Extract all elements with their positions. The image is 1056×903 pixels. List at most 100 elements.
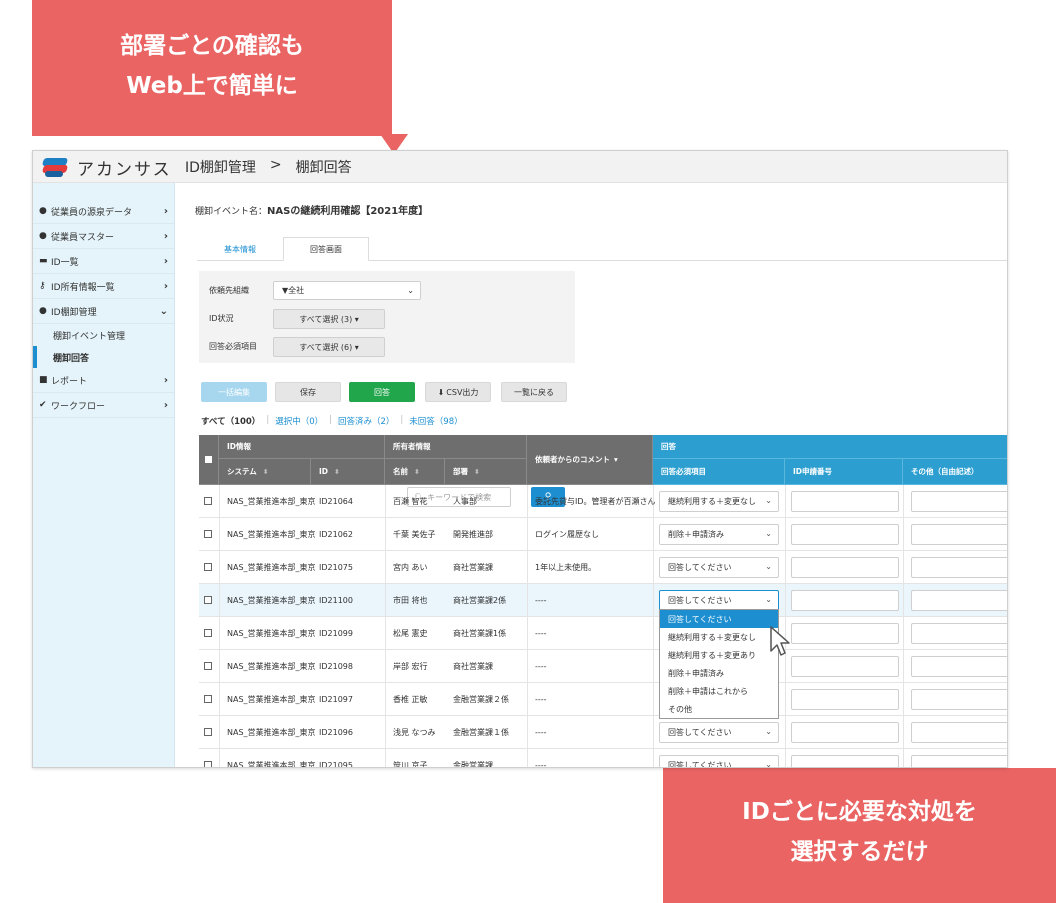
other-comment-input[interactable] xyxy=(911,524,1007,545)
row-checkbox[interactable] xyxy=(204,629,212,637)
answer-select[interactable]: 回答してください ⌄ xyxy=(659,722,779,743)
tab-answer-screen[interactable]: 回答画面 xyxy=(283,237,369,261)
header-comment[interactable]: 依頼者からのコメント ▾ xyxy=(527,435,653,485)
answer-select[interactable]: 削除＋申請済み ⌄ xyxy=(659,524,779,545)
answer-button[interactable]: 回答 xyxy=(349,382,415,402)
select-all-header[interactable] xyxy=(199,435,219,485)
cell-name: 香椎 正敏 xyxy=(393,695,428,704)
answer-select[interactable]: 回答してください ⌄ xyxy=(659,755,779,767)
header-dept[interactable]: 部署 ⬍ xyxy=(445,459,527,485)
count-answered[interactable]: 回答済み（2） xyxy=(338,415,394,427)
header-id[interactable]: ID ⬍ xyxy=(311,459,385,485)
chevron-down-icon: ⌄ xyxy=(765,595,772,604)
tab-basic-info[interactable]: 基本情報 xyxy=(197,237,283,261)
cell-comment: ---- xyxy=(535,728,547,737)
row-checkbox[interactable] xyxy=(204,530,212,538)
table-row[interactable]: NAS_営業推進本部_東京 ID21095 笹川 京子 金融営業課 ---- 回答してくだ… xyxy=(199,749,1007,768)
row-checkbox[interactable] xyxy=(204,695,212,703)
table-row[interactable]: NAS_営業推進本部_東京ID21097香椎 正敏金融営業課２係----⌄ xyxy=(199,683,1007,716)
other-comment-input[interactable] xyxy=(911,722,1007,743)
event-title: 棚卸イベント名：NASの継続利用確認【2021年度】 xyxy=(195,202,428,217)
request-number-input[interactable] xyxy=(791,491,899,512)
answer-select[interactable]: 回答してください ⌄ xyxy=(659,590,779,611)
save-button[interactable]: 保存 xyxy=(275,382,341,402)
filter-panel: 依頼先組織 ▼全社 ⌄ ID状況 すべて選択 (3) ▾ 回答必須項目 すべて選… xyxy=(199,271,575,363)
header-required[interactable]: 回答必須項目 xyxy=(653,459,785,485)
answer-select[interactable]: 継続利用する＋変更なし ⌄ xyxy=(659,491,779,512)
dropdown-option[interactable]: 継続利用する＋変更なし xyxy=(660,628,778,646)
table-row[interactable]: NAS_営業推進本部_東京 ID21064 百瀬 智花 人事部 委託先貸与ID。管理者が… xyxy=(199,485,1007,518)
dropdown-option[interactable]: その他 xyxy=(660,700,778,718)
header-name[interactable]: 名前 ⬍ xyxy=(385,459,445,485)
sidebar-item-report[interactable]: ■ レポート › xyxy=(33,368,174,393)
cell-dept: 商社営業課 xyxy=(453,662,493,671)
sidebar-item-workflow[interactable]: ✔ ワークフロー › xyxy=(33,393,174,418)
dropdown-option[interactable]: 削除＋申請はこれから xyxy=(660,682,778,700)
row-checkbox[interactable] xyxy=(204,497,212,505)
sidebar-subitem-event-management[interactable]: 棚卸イベント管理 xyxy=(33,324,174,346)
bottom-callout: IDごとに必要な対処を 選択するだけ xyxy=(663,746,1056,903)
row-checkbox[interactable] xyxy=(204,761,212,767)
breadcrumb-id-management[interactable]: ID棚卸管理 xyxy=(185,157,256,177)
table-row[interactable]: NAS_営業推進本部_東京 ID21100 市田 将也 商社営業課2係 ---- 回答して… xyxy=(199,584,1007,617)
sort-icon: ⬍ xyxy=(414,467,420,476)
back-to-list-button[interactable]: 一覧に戻る xyxy=(501,382,567,402)
table-row[interactable]: NAS_営業推進本部_東京 ID21062 千葉 美佐子 開発推進部 ログイン履歴なし 削… xyxy=(199,518,1007,551)
request-number-input[interactable] xyxy=(791,656,899,677)
cell-comment: ---- xyxy=(535,629,547,638)
status-multiselect[interactable]: すべて選択 (3) ▾ xyxy=(273,309,385,329)
count-all[interactable]: すべて（100） xyxy=(201,415,260,427)
bulk-edit-button[interactable]: 一括編集 xyxy=(201,382,267,402)
cell-dept: 金融営業課 xyxy=(453,761,493,768)
request-number-input[interactable] xyxy=(791,722,899,743)
other-comment-input[interactable] xyxy=(911,491,1007,512)
sidebar-item-source-data[interactable]: ● 従業員の源泉データ › xyxy=(33,199,174,224)
tab-bar: 基本情報 回答画面 xyxy=(197,237,1007,261)
table-row[interactable]: NAS_営業推進本部_東京 ID21075 宮内 あい 商社営業課 1年以上未使用。 回答… xyxy=(199,551,1007,584)
answer-select[interactable]: 回答してください ⌄ xyxy=(659,557,779,578)
inventory-table: ID情報 所有者情報 依頼者からのコメント ▾ 回答 システム ⬍ ID ⬍ 名前 ⬍ … xyxy=(199,435,1007,768)
row-checkbox[interactable] xyxy=(204,662,212,670)
header-other[interactable]: その他（自由記述） xyxy=(903,459,1007,485)
table-row[interactable]: NAS_営業推進本部_東京ID21099松尾 憲史商社営業課1係----⌄ xyxy=(199,617,1007,650)
dropdown-option[interactable]: 削除＋申請済み xyxy=(660,664,778,682)
answer-dropdown-list[interactable]: 回答してください 継続利用する＋変更なし 継続利用する＋変更あり 削除＋申請済み… xyxy=(659,609,779,719)
org-select[interactable]: ▼全社 ⌄ xyxy=(273,281,421,300)
other-comment-input[interactable] xyxy=(911,623,1007,644)
cell-id: ID21100 xyxy=(319,596,353,605)
header-request-no[interactable]: ID申請番号 xyxy=(785,459,903,485)
request-number-input[interactable] xyxy=(791,590,899,611)
sidebar-subitem-inventory-answer[interactable]: 棚卸回答 xyxy=(33,346,174,368)
dropdown-option[interactable]: 回答してください xyxy=(660,610,778,628)
sidebar-item-id-ownership[interactable]: ⚷ ID所有情報一覧 › xyxy=(33,274,174,299)
request-number-input[interactable] xyxy=(791,689,899,710)
select-all-checkbox[interactable] xyxy=(205,456,212,463)
sidebar-item-id-list[interactable]: ▬ ID一覧 › xyxy=(33,249,174,274)
dropdown-option[interactable]: 継続利用する＋変更あり xyxy=(660,646,778,664)
table-row[interactable]: NAS_営業推進本部_東京 ID21096 浅見 なつみ 金融営業課１係 ---- 回答し… xyxy=(199,716,1007,749)
row-checkbox[interactable] xyxy=(204,563,212,571)
count-unanswered[interactable]: 未回答（98） xyxy=(409,415,462,427)
other-comment-input[interactable] xyxy=(911,656,1007,677)
header-system[interactable]: システム ⬍ xyxy=(219,459,311,485)
request-number-input[interactable] xyxy=(791,524,899,545)
csv-export-button[interactable]: ⬇ CSV出力 xyxy=(425,382,491,402)
other-comment-input[interactable] xyxy=(911,689,1007,710)
row-checkbox[interactable] xyxy=(204,728,212,736)
sidebar-item-id-inventory[interactable]: ● ID棚卸管理 ⌄ xyxy=(33,299,174,324)
other-comment-input[interactable] xyxy=(911,590,1007,611)
sidebar-item-employee-master[interactable]: ● 従業員マスター › xyxy=(33,224,174,249)
other-comment-input[interactable] xyxy=(911,557,1007,578)
request-number-input[interactable] xyxy=(791,755,899,767)
request-number-input[interactable] xyxy=(791,557,899,578)
other-comment-input[interactable] xyxy=(911,755,1007,767)
request-number-input[interactable] xyxy=(791,623,899,644)
sidebar-subitem-label: 棚卸イベント管理 xyxy=(53,331,126,342)
cell-system: NAS_営業推進本部_東京 xyxy=(227,596,316,605)
logo[interactable]: アカンサス xyxy=(41,155,172,180)
row-checkbox[interactable] xyxy=(204,596,212,604)
chat-icon: ● xyxy=(39,306,47,316)
required-multiselect[interactable]: すべて選択 (6) ▾ xyxy=(273,337,385,357)
count-selected[interactable]: 選択中（0） xyxy=(275,415,323,427)
table-row[interactable]: NAS_営業推進本部_東京ID21098岸部 宏行商社営業課----⌄ xyxy=(199,650,1007,683)
